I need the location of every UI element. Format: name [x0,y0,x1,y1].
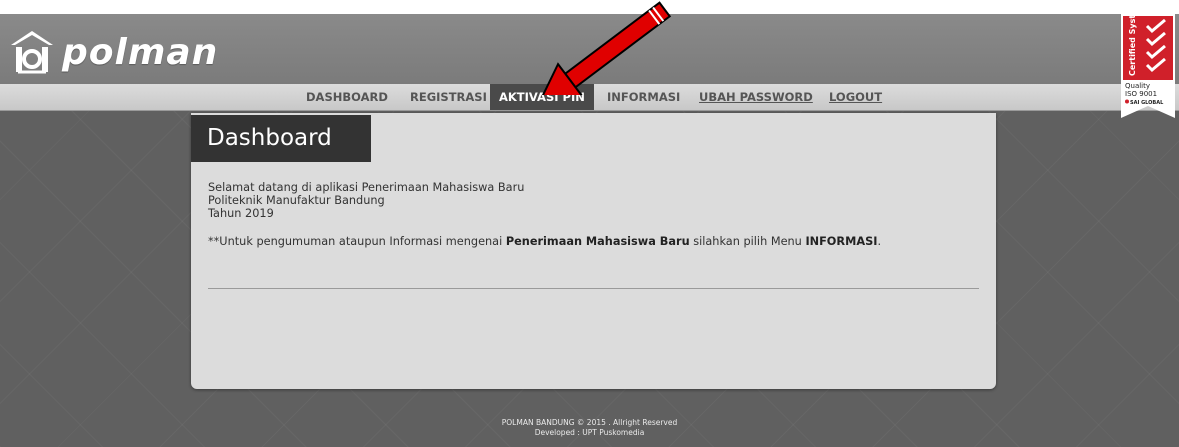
badge-line2: ISO 9001 [1125,90,1157,98]
iso-certification-badge: Certified System Quality ISO 9001 SAI GL… [1121,14,1175,118]
institution-line: Politeknik Manufaktur Bandung [208,194,385,207]
notice-bold-informasi: INFORMASI [805,235,878,248]
nav-dashboard[interactable]: DASHBOARD [306,84,388,110]
panel-divider [208,288,979,289]
logo-text: polman [62,31,219,73]
badge-line1: Quality [1125,82,1150,90]
badge-side-text: Certified System [1128,14,1137,76]
nav-ubah-password[interactable]: UBAH PASSWORD [699,84,813,110]
notice-suffix: . [877,235,882,248]
panel-title: Dashboard [191,115,371,162]
panel-body: Selamat datang di aplikasi Penerimaan Ma… [208,181,978,248]
welcome-line: Selamat datang di aplikasi Penerimaan Ma… [208,181,525,194]
info-notice: **Untuk pengumuman ataupun Informasi men… [208,235,978,248]
red-arrow-annotation [536,1,672,95]
polman-logo-icon [11,31,53,74]
nav-registrasi[interactable]: REGISTRASI [410,84,487,110]
footer-developer: Developed : UPT Puskomedia [534,428,645,437]
year-line: Tahun 2019 [208,207,274,220]
footer-copyright: POLMAN BANDUNG © 2015 . Allright Reserve… [501,418,678,427]
page-footer: POLMAN BANDUNG © 2015 . Allright Reserve… [0,418,1179,438]
notice-prefix: **Untuk pengumuman ataupun Informasi men… [208,235,506,248]
notice-bold-pmb: Penerimaan Mahasiswa Baru [505,235,690,248]
dashboard-panel: Dashboard Selamat datang di aplikasi Pen… [191,113,996,389]
polman-logo[interactable]: polman [8,24,218,80]
notice-middle: silahkan pilih Menu [689,235,806,248]
nav-logout[interactable]: LOGOUT [829,84,882,110]
badge-line3: SAI GLOBAL [1130,100,1164,106]
